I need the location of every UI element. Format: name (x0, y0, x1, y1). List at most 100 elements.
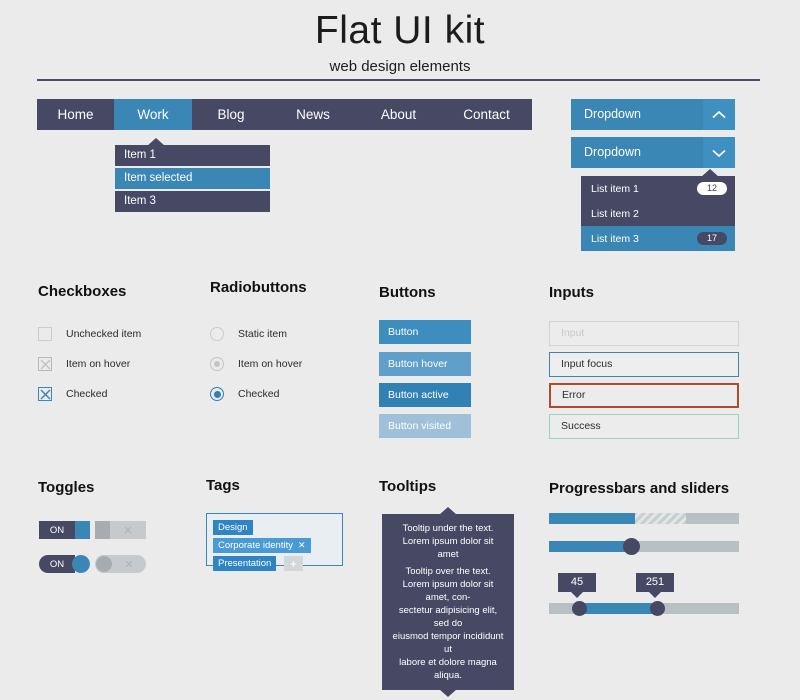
toggle-off-label: ✕ (110, 521, 146, 539)
range-max-tooltip: 251 (636, 573, 674, 598)
nav-item-news[interactable]: News (270, 99, 356, 130)
radio-row-hover[interactable]: Item on hover (210, 357, 302, 371)
input-focus[interactable]: Input focus (549, 352, 739, 377)
list-item-3[interactable]: List item 3 17 (581, 226, 735, 251)
tag-label: Presentation (218, 558, 272, 569)
toggle-square-on[interactable]: ON (39, 521, 90, 539)
toggle-on-label: ON (39, 521, 75, 539)
section-title-radiobuttons: Radiobuttons (210, 279, 307, 296)
tooltip-over-text: Tooltip over the text. Lorem ipsum dolor… (392, 566, 504, 681)
section-title-progress: Progressbars and sliders (549, 480, 730, 497)
range-min-tooltip: 45 (558, 573, 596, 598)
nav-item-blog[interactable]: Blog (192, 99, 270, 130)
list-item-label: List item 2 (591, 207, 639, 220)
section-title-inputs: Inputs (549, 284, 594, 301)
list-item-label: List item 3 (591, 232, 639, 245)
tag-design[interactable]: Design (213, 520, 253, 535)
button-hover[interactable]: Button hover (379, 352, 471, 376)
slider-handle[interactable] (622, 538, 640, 555)
toggle-square-off[interactable]: ✕ (95, 521, 146, 539)
dropdown-expanded[interactable]: Dropdown (571, 99, 735, 130)
button-active[interactable]: Button active (379, 383, 471, 407)
range-slider-handle-max[interactable] (650, 601, 666, 616)
page-title: Flat UI kit (314, 9, 486, 52)
main-navbar: Home Work Blog News About Contact (37, 99, 532, 130)
toggle-knob[interactable] (72, 555, 90, 573)
tooltip-caret-up-icon (439, 507, 457, 515)
range-slider[interactable] (549, 601, 739, 616)
tag-label: Corporate identity (218, 540, 293, 551)
close-icon[interactable]: ✕ (298, 540, 306, 551)
range-min-value: 45 (570, 576, 584, 588)
page-header: Flat UI kit web design elements (0, 8, 800, 78)
checkbox-label: Unchecked item (66, 328, 142, 340)
dropdown-label[interactable]: Dropdown (571, 99, 703, 130)
section-title-toggles: Toggles (38, 479, 95, 496)
checkbox-row-hover[interactable]: Item on hover (38, 357, 130, 371)
toggle-knob[interactable] (96, 556, 112, 572)
slider-fill (549, 541, 631, 552)
toggle-knob[interactable] (95, 521, 110, 539)
slider[interactable] (549, 538, 739, 555)
dropdown-list-caret-icon (701, 169, 719, 177)
nav-item-work[interactable]: Work (114, 99, 192, 130)
radio-row-static[interactable]: Static item (210, 327, 287, 341)
tooltip-caret-down-icon (570, 591, 584, 598)
input-error[interactable]: Error (549, 383, 739, 408)
radio-row-checked[interactable]: Checked (210, 387, 279, 401)
toggle-round-on[interactable]: ON (39, 555, 90, 573)
input-default[interactable]: Input (549, 321, 739, 346)
checkbox-unchecked-icon[interactable] (38, 327, 52, 341)
checkbox-row-unchecked[interactable]: Unchecked item (38, 327, 141, 341)
range-slider-fill (579, 603, 658, 614)
section-title-tags: Tags (206, 477, 240, 494)
list-item-2[interactable]: List item 2 (581, 201, 735, 226)
button-default[interactable]: Button (379, 320, 471, 344)
checkbox-label: Item on hover (66, 358, 131, 370)
submenu-item-1[interactable]: Item 1 (115, 145, 270, 166)
checkbox-checked-icon[interactable] (38, 387, 52, 401)
toggle-off-label: ✕ (124, 558, 134, 571)
checkbox-hover-icon[interactable] (38, 357, 52, 371)
nav-item-contact[interactable]: Contact (441, 99, 532, 130)
submenu-item-selected[interactable]: Item selected (115, 168, 270, 189)
progressbar-fill (549, 513, 635, 524)
nav-item-about[interactable]: About (356, 99, 441, 130)
nav-item-home[interactable]: Home (37, 99, 114, 130)
radio-label: Static item (238, 328, 288, 340)
progressbar (549, 513, 739, 524)
chevron-down-icon[interactable] (703, 137, 735, 168)
radio-checked-icon[interactable] (210, 387, 224, 401)
progressbar-buffered (634, 513, 686, 524)
radio-hover-icon[interactable] (210, 357, 224, 371)
tooltip-caret-down-icon (439, 689, 457, 697)
dropdown-list: List item 1 12 List item 2 List item 3 1… (581, 169, 735, 251)
tag-label: Design (218, 522, 248, 533)
toggle-knob[interactable] (75, 521, 90, 539)
radio-static-icon[interactable] (210, 327, 224, 341)
radio-label: Item on hover (238, 358, 303, 370)
toggle-round-off[interactable]: ✕ (95, 555, 146, 573)
input-success[interactable]: Success (549, 414, 739, 439)
toggle-on-label: ON (39, 555, 75, 573)
tag-corporate-identity[interactable]: Corporate identity ✕ (213, 538, 311, 553)
dropdown-label-2[interactable]: Dropdown (571, 137, 703, 168)
radio-label: Checked (238, 388, 280, 400)
checkbox-row-checked[interactable]: Checked (38, 387, 107, 401)
header-divider (37, 79, 760, 81)
page-subtitle: web design elements (329, 58, 471, 75)
submenu-caret-icon (147, 138, 165, 146)
list-item-label: List item 1 (591, 182, 639, 195)
dropdown-collapsed[interactable]: Dropdown (571, 137, 735, 168)
button-visited[interactable]: Button visited (379, 414, 471, 438)
submenu-item-3[interactable]: Item 3 (115, 191, 270, 212)
nav-submenu: Item 1 Item selected Item 3 (115, 138, 270, 214)
chevron-up-icon[interactable] (703, 99, 735, 130)
tooltip-over: Tooltip over the text. Lorem ipsum dolor… (382, 557, 514, 697)
tags-container: Design Corporate identity ✕ Presentation… (206, 513, 343, 571)
add-tag-button[interactable]: + (283, 556, 303, 571)
list-item-1[interactable]: List item 1 12 (581, 176, 735, 201)
checkbox-label: Checked (66, 388, 108, 400)
tag-presentation[interactable]: Presentation (213, 556, 277, 571)
status-badge: 17 (697, 232, 727, 245)
